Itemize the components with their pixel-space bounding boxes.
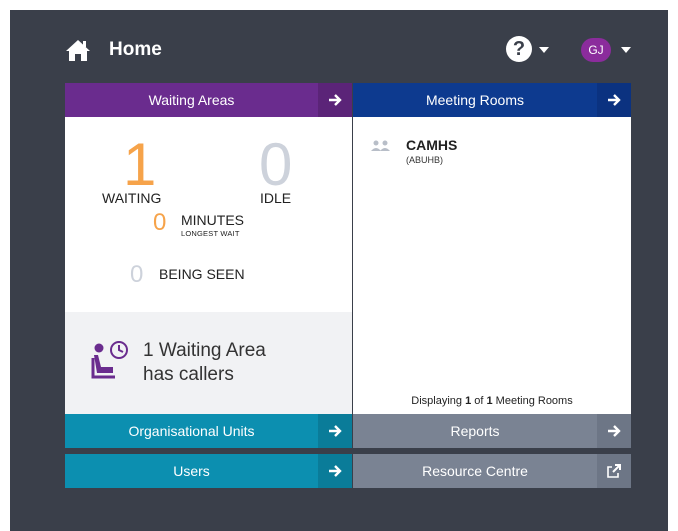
callers-summary-line2: has callers [143, 364, 234, 385]
app-background: Home ? GJ Waiting Areas 1 WAITING 0 IDLE… [10, 10, 668, 531]
being-seen-count: 0 [130, 261, 144, 288]
meeting-rooms-list: CAMHS (ABUHB) Displaying 1 of 1 Meeting … [353, 117, 631, 414]
external-link-icon [607, 464, 621, 478]
waiting-areas-stats: 1 WAITING 0 IDLE 0 MINUTES LONGEST WAIT … [65, 117, 352, 312]
meeting-rooms-arrow-button[interactable] [597, 83, 631, 117]
organisational-units-button[interactable]: Organisational Units [65, 414, 352, 448]
idle-count: 0 [259, 131, 293, 198]
users-button[interactable]: Users [65, 454, 352, 488]
users-label: Users [173, 463, 210, 479]
longest-wait-label: LONGEST WAIT [181, 229, 240, 238]
footer-suffix: Meeting Rooms [492, 395, 573, 407]
resource-centre-external[interactable] [597, 454, 631, 488]
home-icon[interactable] [65, 38, 91, 62]
longest-wait-minutes: 0 [153, 209, 167, 236]
room-organisation: (ABUHB) [406, 155, 444, 165]
reports-label: Reports [450, 423, 500, 439]
organisational-units-arrow[interactable] [318, 414, 352, 448]
help-icon[interactable]: ? [506, 36, 532, 62]
resource-centre-button[interactable]: Resource Centre [353, 454, 631, 488]
waiting-count: 1 [123, 131, 157, 198]
help-chevron-down-icon[interactable] [539, 47, 549, 53]
page-title: Home [109, 39, 162, 60]
waiting-areas-arrow-button[interactable] [318, 83, 352, 117]
arrow-right-icon [329, 465, 342, 477]
arrow-right-icon [608, 94, 621, 106]
callers-summary-line1: 1 Waiting Area [143, 340, 266, 361]
people-icon [371, 140, 390, 151]
minutes-label: MINUTES [181, 212, 244, 228]
arrow-right-icon [329, 94, 342, 106]
arrow-right-icon [608, 425, 621, 437]
patient-waiting-clock-icon [91, 341, 128, 379]
waiting-areas-header[interactable]: Waiting Areas [65, 83, 352, 117]
user-menu-chevron-down-icon[interactable] [621, 47, 631, 53]
resource-centre-label: Resource Centre [422, 463, 528, 479]
user-avatar[interactable]: GJ [581, 38, 611, 62]
arrow-right-icon [329, 425, 342, 437]
waiting-areas-title: Waiting Areas [148, 92, 235, 108]
reports-button[interactable]: Reports [353, 414, 631, 448]
reports-arrow[interactable] [597, 414, 631, 448]
footer-of: of [471, 395, 487, 407]
meeting-rooms-count: Displaying 1 of 1 Meeting Rooms [353, 395, 631, 407]
room-name[interactable]: CAMHS [406, 137, 457, 153]
organisational-units-label: Organisational Units [128, 423, 255, 439]
meeting-rooms-header[interactable]: Meeting Rooms [353, 83, 631, 117]
footer-prefix: Displaying [411, 395, 466, 407]
waiting-label: WAITING [102, 190, 162, 206]
meeting-rooms-title: Meeting Rooms [425, 92, 525, 108]
being-seen-label: BEING SEEN [159, 266, 245, 282]
idle-label: IDLE [260, 190, 292, 206]
waiting-area-callers-panel[interactable]: 1 Waiting Area has callers [65, 312, 352, 414]
top-bar: Home ? GJ [10, 10, 668, 80]
users-arrow[interactable] [318, 454, 352, 488]
